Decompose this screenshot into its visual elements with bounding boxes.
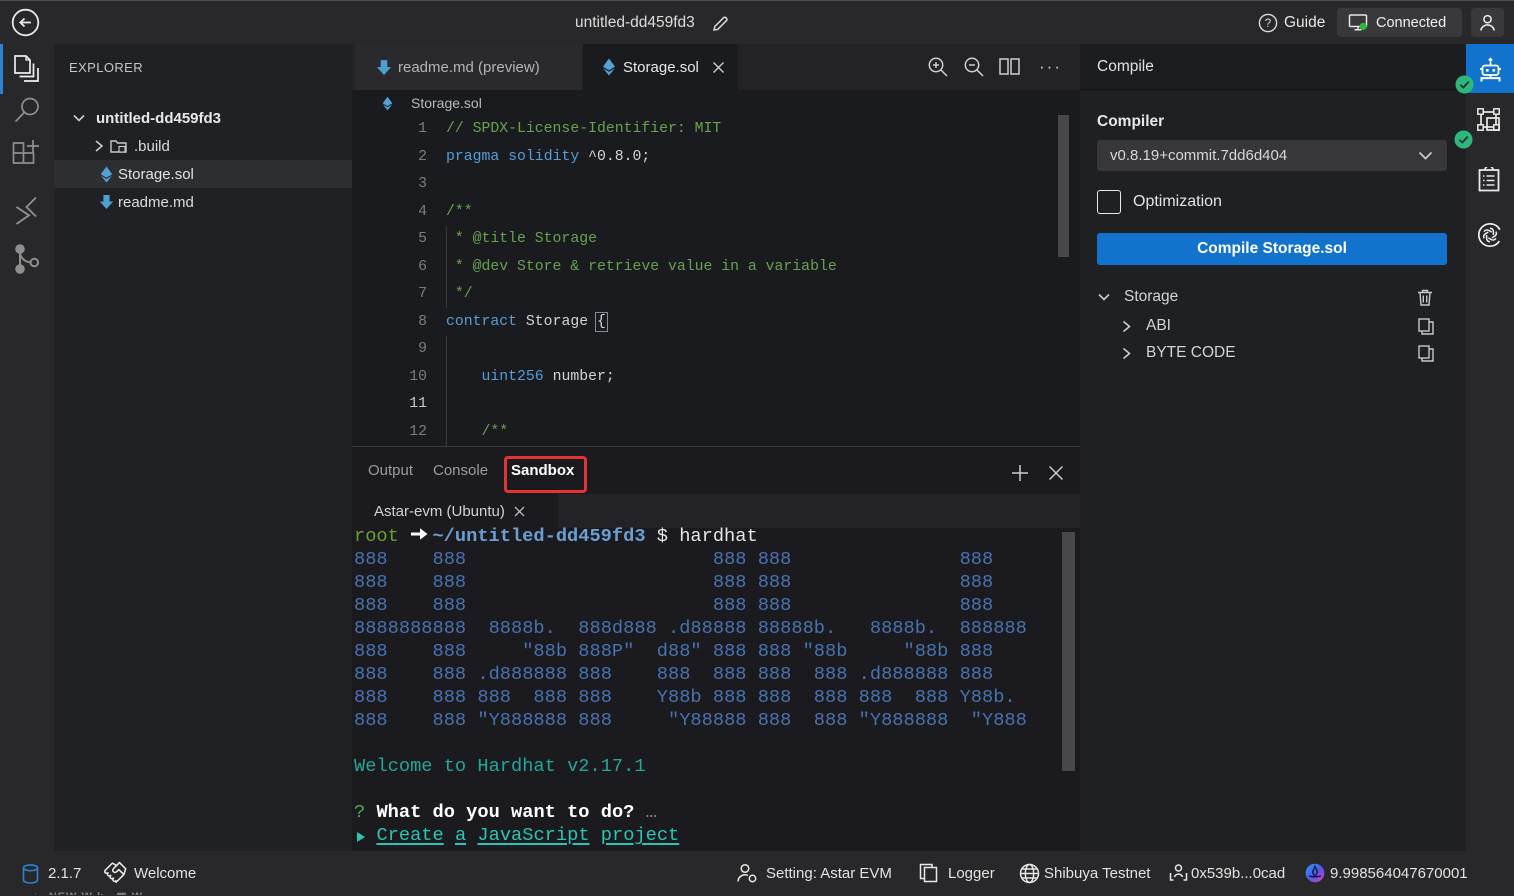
svg-text:?: ?	[1265, 18, 1271, 30]
